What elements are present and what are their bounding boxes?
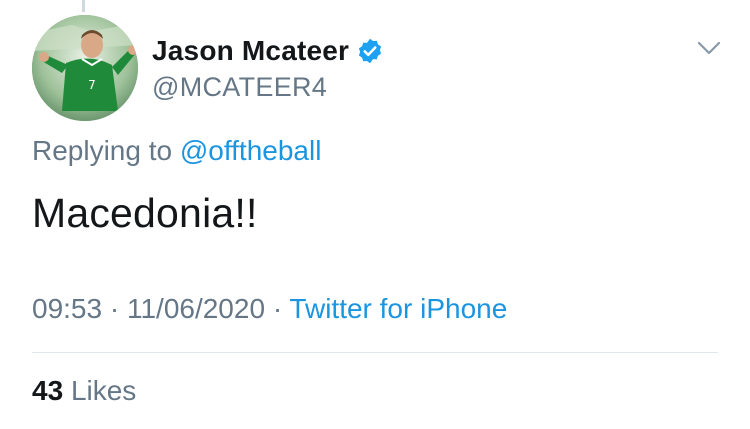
author-handle[interactable]: @MCATEER4: [152, 72, 327, 103]
tweet-text: Macedonia!!: [32, 190, 258, 236]
likes-stat[interactable]: 43 Likes: [32, 375, 136, 407]
meta-separator: ·: [109, 293, 120, 324]
tweet-time: 09:53: [32, 293, 103, 324]
display-name[interactable]: Jason Mcateer: [152, 35, 349, 67]
divider: [32, 352, 718, 353]
avatar-image: 7: [32, 15, 138, 121]
replying-to-label: Replying to: [32, 135, 173, 166]
author-name-row[interactable]: Jason Mcateer: [152, 33, 384, 69]
avatar[interactable]: 7: [32, 15, 138, 121]
tweet-source-link[interactable]: Twitter for iPhone: [289, 293, 507, 324]
tweet-meta: 09:53 · 11/06/2020 · Twitter for iPhone: [32, 293, 507, 325]
likes-count: 43: [32, 375, 64, 406]
tweet-date: 11/06/2020: [126, 293, 266, 324]
svg-text:7: 7: [88, 78, 96, 92]
reply-mention-link[interactable]: @offtheball: [180, 135, 322, 166]
likes-label: Likes: [70, 375, 137, 406]
meta-separator: ·: [272, 293, 283, 324]
thread-connector-line: [82, 0, 85, 12]
replying-to: Replying to @offtheball: [32, 135, 321, 167]
chevron-down-icon[interactable]: [696, 38, 722, 58]
tweet-detail: 7 Jason Mcateer @MCATEER4 Replying to @o…: [0, 0, 750, 429]
verified-badge-icon: [356, 37, 384, 65]
